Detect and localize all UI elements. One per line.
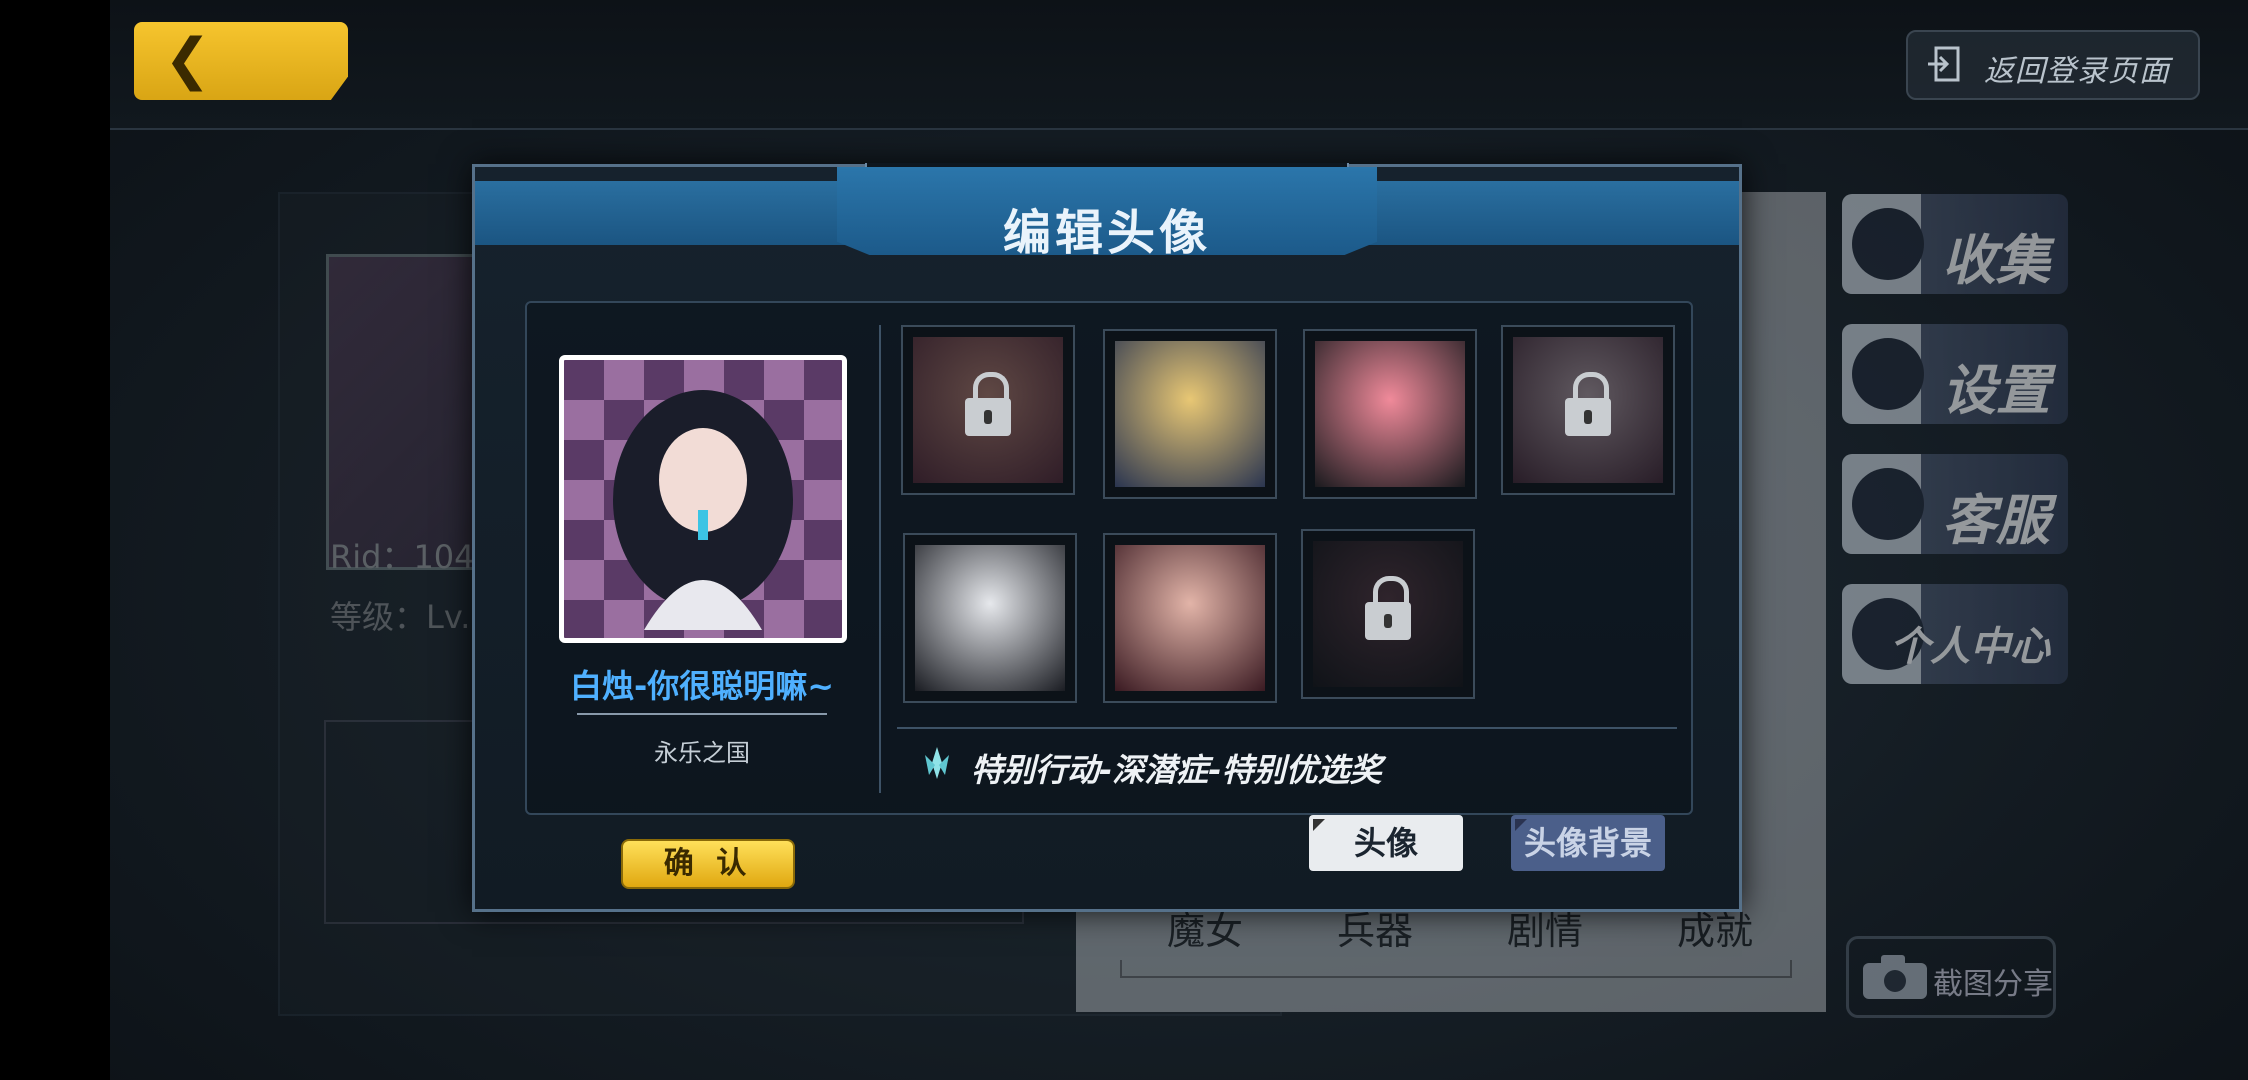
logout-label: 返回登录页面 [1984, 54, 2170, 89]
tab-avatar[interactable]: 头像 [1309, 815, 1463, 871]
avatar-option[interactable] [1103, 533, 1277, 703]
selected-avatar-subtitle: 永乐之国 [654, 739, 750, 767]
avatar-option-locked[interactable] [1501, 325, 1675, 495]
back-button[interactable]: ❮ [134, 22, 348, 100]
collection-label: 收集 [1942, 229, 2050, 292]
avatar-source-text: 特别行动-深潜症-特别优选奖 [971, 751, 1382, 789]
personal-center-button[interactable]: 个人中心 [1842, 584, 2068, 684]
pie-chart-icon [1852, 208, 1924, 280]
avatar-selection-panel: 白烛-你很聪明嘛~ 永乐之国 特别行动-深潜症-特别优选奖 [525, 301, 1693, 815]
collection-button[interactable]: 收集 [1842, 194, 2068, 294]
customer-service-label: 客服 [1942, 489, 2050, 552]
avatar-option[interactable] [1303, 329, 1477, 499]
confirm-label: 确 认 [663, 846, 753, 881]
tab-avatar-background-label: 头像背景 [1523, 824, 1652, 862]
tab-avatar-background[interactable]: 头像背景 [1511, 815, 1665, 871]
tab-corner-mark [1313, 819, 1325, 831]
lock-icon [1565, 372, 1611, 436]
lock-icon [965, 372, 1011, 436]
chevron-left-icon: ❮ [164, 27, 211, 92]
screenshot-share-label: 截图分享 [1933, 967, 2053, 1002]
vertical-divider [879, 325, 881, 793]
avatar-portrait-icon [613, 390, 793, 630]
name-divider [577, 713, 827, 715]
tab-corner-mark [1515, 819, 1527, 831]
horizontal-divider [897, 727, 1677, 729]
crystal-icon [925, 747, 949, 779]
edit-avatar-dialog: 编辑头像 白烛-你很聪明嘛~ 永乐之国 特别行动-深潜症-特别优选奖 确 认 头… [472, 163, 1742, 912]
confirm-button[interactable]: 确 认 [621, 839, 795, 889]
avatar-option[interactable] [903, 533, 1077, 703]
avatar-thumbnail [1115, 545, 1265, 691]
logout-icon [1928, 46, 1960, 82]
settings-button[interactable]: 设置 [1842, 324, 2068, 424]
camera-icon [1863, 955, 1927, 999]
settings-label: 设置 [1942, 359, 2050, 422]
selected-avatar-name: 白烛-你很聪明嘛~ [569, 667, 835, 705]
avatar-thumbnail [1315, 341, 1465, 487]
tab-avatar-label: 头像 [1353, 824, 1418, 862]
personal-center-label: 个人中心 [1890, 624, 2050, 670]
screenshot-share-button[interactable]: 截图分享 [1846, 936, 2056, 1018]
avatar-option-locked[interactable] [901, 325, 1075, 495]
gear-icon [1852, 338, 1924, 410]
avatar-option[interactable] [1103, 329, 1277, 499]
customer-service-button[interactable]: 客服 [1842, 454, 2068, 554]
selected-avatar-preview [559, 355, 847, 643]
avatar-thumbnail [915, 545, 1065, 691]
lock-icon [1365, 576, 1411, 640]
stats-bar [1120, 960, 1792, 978]
logout-button[interactable]: 返回登录页面 [1906, 30, 2200, 100]
dialog-title: 编辑头像 [1002, 205, 1211, 261]
headset-icon [1852, 468, 1924, 540]
avatar-option-locked[interactable] [1301, 529, 1475, 699]
avatar-thumbnail [1115, 341, 1265, 487]
